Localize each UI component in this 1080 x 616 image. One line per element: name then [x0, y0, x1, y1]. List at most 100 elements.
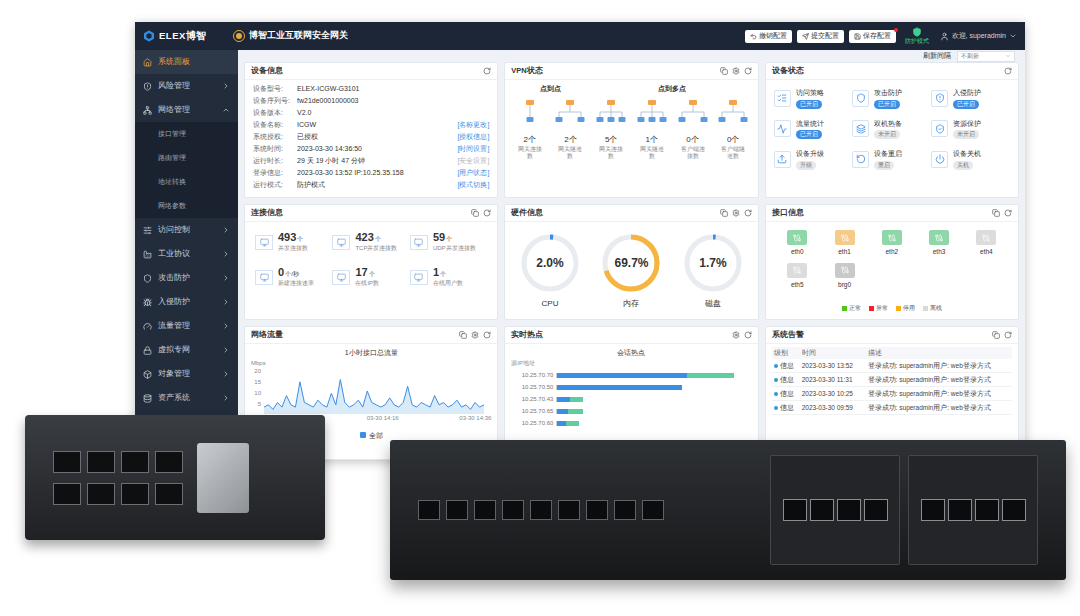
menu-icon [143, 106, 152, 115]
interface-port[interactable]: brg0 [821, 263, 868, 290]
sidebar-item[interactable]: 流量管理 [135, 314, 238, 338]
info-action-link[interactable]: [授权信息] [457, 132, 489, 143]
config-button[interactable]: 提交配置 [797, 30, 844, 43]
status-item[interactable]: 攻击防护已开启 [852, 88, 931, 109]
legend-checkbox[interactable] [360, 432, 366, 438]
interface-port[interactable]: eth3 [915, 230, 962, 257]
refresh-icon[interactable] [483, 209, 491, 217]
copy-icon[interactable] [992, 209, 1000, 217]
refresh-select[interactable]: 不刷新 [957, 51, 1015, 62]
sidebar-subitem[interactable]: 地址转换 [135, 170, 238, 194]
info-action-link[interactable]: [模式切换] [457, 180, 489, 191]
card-header: 硬件信息 [505, 205, 757, 222]
gauge: 1.7%磁盘 [682, 232, 744, 310]
refresh-icon[interactable] [1004, 209, 1012, 217]
sidebar-item[interactable]: 对象管理 [135, 362, 238, 386]
status-item[interactable]: 设备升级升级 [774, 149, 853, 170]
sidebar-item[interactable]: 资产系统 [135, 386, 238, 410]
connections-card: 连接信息493个并发连接数423个TCP并发连接数59个UDP并发连接数0个/秒… [244, 204, 498, 320]
card-body: 访问策略已开启攻击防护已开启入侵防护已开启流量统计已开启双机热备未开启资源保护未… [766, 80, 1018, 197]
refresh-icon[interactable] [1004, 67, 1012, 75]
sidebar-subitem[interactable]: 网络参数 [135, 194, 238, 218]
alarm-row[interactable]: 信息2023-03-30 13:52登录成功: superadmin用户: we… [772, 359, 1012, 373]
status-item[interactable]: 设备重启重启 [852, 149, 931, 170]
legend-item: 离线 [923, 304, 942, 313]
info-row: 系统时间:2023-03-30 14:36:50[时间设置] [253, 143, 489, 155]
card-body: 2.0%CPU69.7%内存1.7%磁盘 [505, 222, 757, 319]
sidebar-item[interactable]: 入侵防护 [135, 290, 238, 314]
ethernet-port-icon [935, 234, 943, 242]
sidebar-item[interactable]: 网络管理 [135, 98, 238, 122]
gauge-label: CPU [542, 298, 559, 310]
gauge-label: 磁盘 [705, 298, 721, 310]
interface-port[interactable]: eth5 [774, 263, 821, 290]
chevron-down-icon [1005, 53, 1011, 59]
refresh-icon[interactable] [744, 331, 752, 339]
sidebar-item[interactable]: 虚拟专网 [135, 338, 238, 362]
alarm-row[interactable]: 信息2023-03-30 09:59登录成功: superadmin用户: we… [772, 401, 1012, 415]
sidebar-item[interactable]: 风险管理 [135, 74, 238, 98]
refresh-icon[interactable] [483, 331, 491, 339]
sidebar-subitem[interactable]: 路由管理 [135, 146, 238, 170]
sidebar-item[interactable]: 访问控制 [135, 218, 238, 242]
status-item[interactable]: 设备关机关机 [931, 149, 1010, 170]
status-item[interactable]: 访问策略已开启 [774, 88, 853, 109]
alarm-table-header: 级别时间描述 [772, 347, 1012, 359]
sidebar-item[interactable]: 系统面板 [135, 50, 238, 74]
copy-icon[interactable] [720, 209, 728, 217]
interface-port[interactable]: eth2 [868, 230, 915, 257]
status-item[interactable]: 资源保护未开启 [931, 119, 1010, 140]
sidebar-subitem[interactable]: 接口管理 [135, 122, 238, 146]
copy-icon[interactable] [992, 331, 1000, 339]
ethernet-port-icon [841, 266, 849, 274]
settings-icon[interactable] [732, 67, 740, 75]
mode-indicator[interactable]: 防护模式 [905, 27, 929, 45]
legend-item: 异常 [869, 304, 888, 313]
settings-icon[interactable] [471, 331, 479, 339]
copy-icon[interactable] [459, 331, 467, 339]
vpn-stat: 1个网关隧道数 [631, 98, 672, 160]
user-icon [940, 32, 949, 41]
refresh-icon[interactable] [1004, 331, 1012, 339]
card-body: 493个并发连接数423个TCP并发连接数59个UDP并发连接数0个/秒新建连接… [245, 222, 497, 319]
interface-port[interactable]: eth0 [774, 230, 821, 257]
config-button[interactable]: 撤销配置 [745, 30, 792, 43]
refresh-icon[interactable] [744, 67, 752, 75]
hotspot-bar-segment [687, 373, 734, 378]
vpn-group: 点到点2个网关连接数2个网关隧道数 [509, 84, 590, 197]
card-tools [1004, 67, 1012, 75]
info-action-link[interactable]: [用户状态] [457, 168, 489, 179]
chevron-down-icon [1009, 32, 1017, 40]
copy-icon[interactable] [720, 67, 728, 75]
chevron-right-icon [222, 82, 230, 90]
status-item[interactable]: 流量统计已开启 [774, 119, 853, 140]
settings-icon[interactable] [732, 331, 740, 339]
alarm-row[interactable]: 信息2023-03-30 10:25登录成功: superadmin用户: we… [772, 387, 1012, 401]
refresh-icon[interactable] [744, 209, 752, 217]
interface-port[interactable]: eth4 [963, 230, 1010, 257]
vpn-stat: 0个客户端隧道数 [713, 98, 754, 160]
status-icon [856, 93, 866, 103]
gauge-reading: 69.7% [614, 254, 648, 272]
status-item[interactable]: 入侵防护已开启 [931, 88, 1010, 109]
info-action-link[interactable]: [时间设置] [457, 144, 489, 155]
vpn-topology-icon [678, 98, 708, 128]
shield-icon [912, 27, 922, 37]
vpn-stat: 5个网关连接数 [591, 98, 632, 160]
info-action-link[interactable]: [名称更改] [457, 120, 489, 131]
card-header: 连接信息 [245, 205, 497, 222]
config-button[interactable]: 保存配置 [849, 30, 896, 43]
refresh-icon[interactable] [483, 67, 491, 75]
alarm-row[interactable]: 信息2023-03-30 11:31登录成功: superadmin用户: we… [772, 373, 1012, 387]
settings-icon[interactable] [732, 209, 740, 217]
interface-port[interactable]: eth1 [821, 230, 868, 257]
brand-name: ELEX博智 [159, 29, 207, 43]
sidebar-item[interactable]: 工业协议 [135, 242, 238, 266]
status-item[interactable]: 双机热备未开启 [852, 119, 931, 140]
copy-icon[interactable] [471, 209, 479, 217]
device-info-card: 设备信息设备型号:ELEX-ICGW-G3101设备序列号:fw21de0001… [244, 62, 498, 198]
user-menu[interactable]: 欢迎, superadmin [940, 31, 1017, 42]
status-badge: 已开启 [874, 100, 900, 109]
interface-legend: 正常异常停用离线 [766, 304, 1018, 313]
sidebar-item[interactable]: 攻击防护 [135, 266, 238, 290]
